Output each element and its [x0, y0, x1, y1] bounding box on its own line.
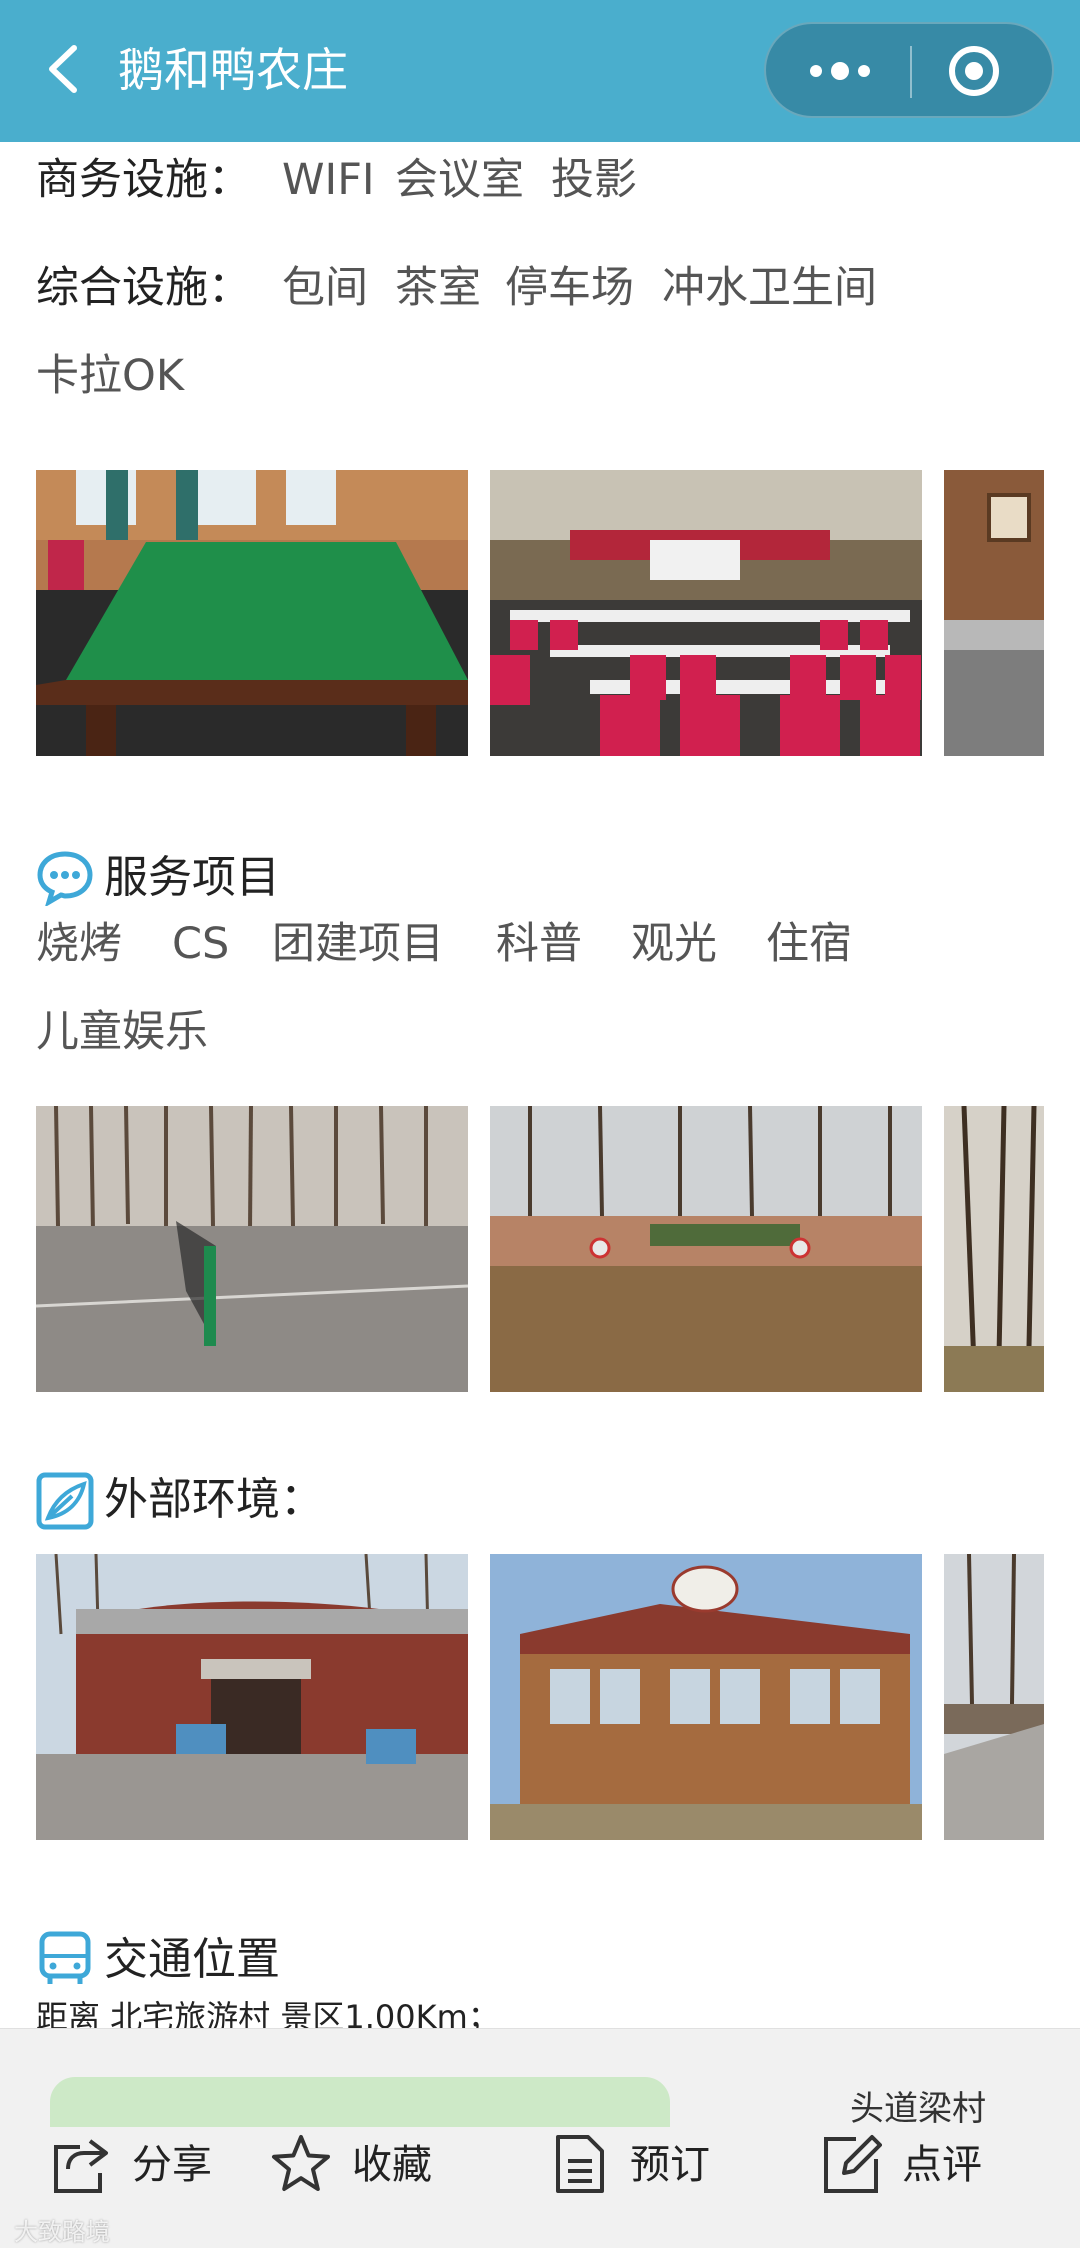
bedroom-photo[interactable]: [944, 470, 1044, 756]
document-icon: [556, 2135, 604, 2193]
service-item: 观光: [631, 919, 717, 969]
archery-field-photo[interactable]: [490, 1106, 922, 1392]
business-facilities-label: 商务设施：: [36, 155, 251, 205]
more-button[interactable]: [766, 24, 910, 116]
service-item: 烧烤: [36, 919, 122, 969]
billiards-room-photo[interactable]: [36, 470, 468, 756]
conference-hall-photo[interactable]: [490, 470, 922, 756]
service-item: CS: [172, 919, 230, 969]
share-button[interactable]: 分享: [50, 2129, 230, 2205]
review-button[interactable]: 点评: [820, 2129, 1020, 2205]
service-item: 儿童娱乐: [36, 1007, 208, 1057]
general-facilities-label: 综合设施：: [36, 263, 251, 313]
village-inn-photo[interactable]: [490, 1554, 922, 1840]
favorite-button[interactable]: 收藏: [270, 2129, 450, 2205]
facility-item: 冲水卫生间: [662, 263, 877, 313]
facility-item: WIFI: [282, 155, 375, 205]
review-label: 点评: [902, 2142, 982, 2188]
chevron-left-icon: [49, 45, 77, 93]
service-item: 科普: [496, 919, 582, 969]
bus-icon: [36, 1930, 94, 1988]
more-dots-icon: [810, 62, 870, 80]
mini-program-capsule: [764, 22, 1054, 118]
pathway-photo[interactable]: [944, 1554, 1044, 1840]
traffic-title: 交通位置: [104, 1934, 280, 1985]
page-title: 鹅和鸭农庄: [118, 43, 348, 97]
facility-item: 包间: [282, 263, 368, 313]
facility-item: 茶室: [395, 263, 481, 313]
building-exterior-photo[interactable]: [36, 1554, 468, 1840]
star-icon: [272, 2135, 330, 2191]
favorite-label: 收藏: [352, 2142, 432, 2188]
woods-photo[interactable]: [944, 1106, 1044, 1392]
top-nav-bar: 鹅和鸭农庄: [0, 0, 1080, 142]
share-icon: [54, 2139, 108, 2193]
book-label: 预订: [630, 2142, 710, 2188]
facility-item: 卡拉OK: [36, 351, 185, 401]
service-item: 团建项目: [272, 919, 444, 969]
facility-item: 停车场: [505, 263, 634, 313]
service-item: 住宿: [766, 919, 852, 969]
watermark: 大致路境: [14, 2218, 110, 2246]
chat-bubble-icon: [36, 848, 94, 908]
edit-icon: [824, 2135, 882, 2193]
target-circle-icon: [949, 46, 999, 96]
close-mini-program-button[interactable]: [912, 24, 1056, 116]
leaf-icon: [36, 1472, 94, 1530]
map-preview-strip[interactable]: [50, 2077, 670, 2127]
services-title: 服务项目: [104, 852, 280, 903]
back-button[interactable]: [36, 36, 96, 102]
share-label: 分享: [132, 2142, 212, 2188]
facility-item: 投影: [551, 155, 637, 205]
facility-item: 会议室: [395, 155, 524, 205]
book-button[interactable]: 预订: [548, 2129, 728, 2205]
tennis-court-photo[interactable]: [36, 1106, 468, 1392]
bottom-action-bar: 头道梁村 分享 收藏 预订 点评: [0, 2028, 1080, 2248]
map-location-label: 头道梁村: [850, 2089, 986, 2129]
environment-title: 外部环境：: [104, 1474, 324, 1525]
